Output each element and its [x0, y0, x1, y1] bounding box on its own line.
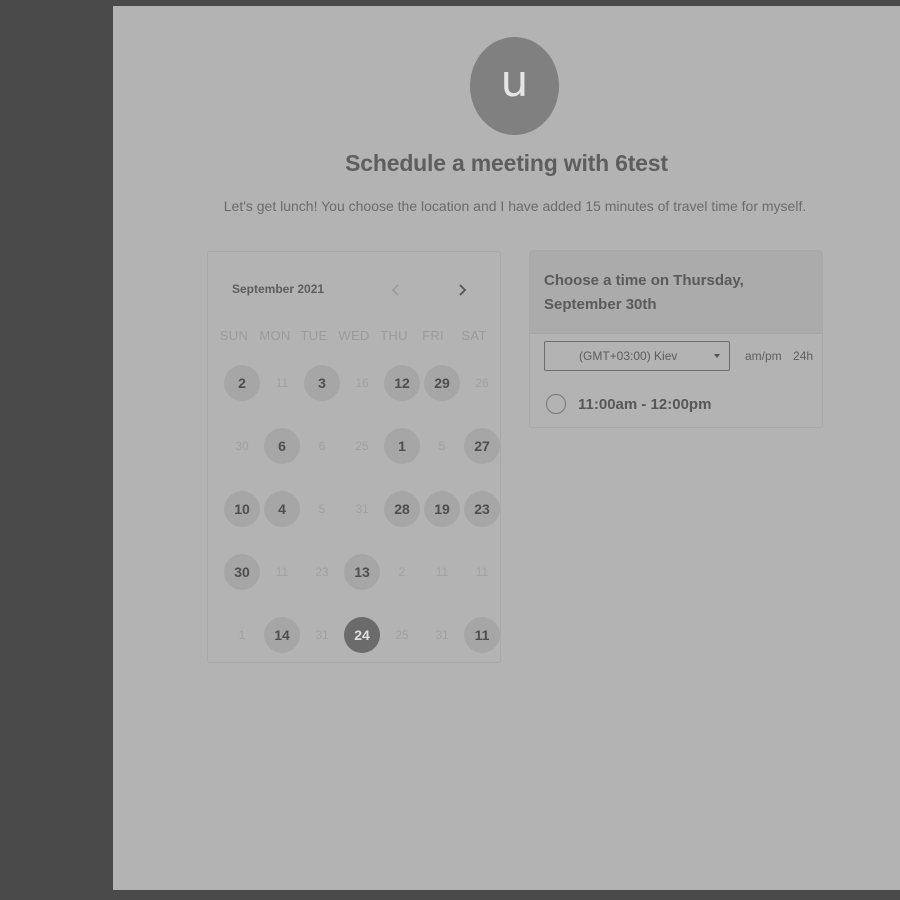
time-format-toggle: am/pm 24h: [745, 349, 821, 363]
calendar: September 2021 SUN MON TUE WED THU FRI S…: [207, 251, 501, 663]
available-day[interactable]: 13: [344, 554, 380, 590]
weekday-tue: TUE: [300, 328, 328, 343]
weekday-fri: FRI: [422, 328, 444, 343]
available-day[interactable]: 27: [464, 428, 500, 464]
unavailable-day: 16: [355, 376, 369, 390]
time-picker-heading: Choose a time on Thursday, September 30t…: [544, 272, 744, 313]
unavailable-day: 11: [275, 565, 289, 579]
unavailable-day: 6: [318, 439, 326, 453]
weekday-sun: SUN: [219, 328, 249, 343]
unavailable-day: 11: [275, 376, 289, 390]
format-ampm-option[interactable]: am/pm: [745, 349, 782, 363]
available-day[interactable]: 1: [384, 428, 420, 464]
available-day[interactable]: 2: [224, 365, 260, 401]
weekday-sat: SAT: [461, 328, 487, 343]
available-day[interactable]: 23: [464, 491, 500, 527]
unavailable-day: 11: [435, 565, 449, 579]
available-day[interactable]: 14: [264, 617, 300, 653]
unavailable-day: 31: [435, 628, 449, 642]
month-label: September 2021: [232, 282, 325, 296]
available-day[interactable]: 10: [224, 491, 260, 527]
available-day[interactable]: 12: [384, 365, 420, 401]
available-day[interactable]: 6: [264, 428, 300, 464]
time-picker: Choose a time on Thursday, September 30t…: [529, 250, 823, 428]
chevron-right-icon: [459, 284, 467, 296]
time-slot[interactable]: 11:00am - 12:00pm: [546, 391, 711, 417]
timezone-select[interactable]: (GMT+03:00) Kiev: [544, 341, 730, 371]
scheduling-page: u Schedule a meeting with 6test Let's ge…: [113, 6, 900, 890]
unavailable-day: 31: [355, 502, 369, 516]
unavailable-day: 1: [238, 628, 246, 642]
weekday-mon: MON: [259, 328, 291, 343]
unavailable-day: 31: [315, 628, 329, 642]
timezone-value: (GMT+03:00) Kiev: [579, 349, 678, 363]
time-picker-header: Choose a time on Thursday, September 30t…: [530, 251, 822, 334]
weekday-thu: THU: [380, 328, 408, 343]
format-24h-option[interactable]: 24h: [793, 349, 813, 363]
meeting-description: Let's get lunch! You choose the location…: [223, 198, 807, 214]
weekday-header: SUN MON TUE WED THU FRI SAT: [214, 328, 499, 344]
selected-day[interactable]: 24: [344, 617, 380, 653]
unavailable-day: 23: [315, 565, 329, 579]
available-day[interactable]: 28: [384, 491, 420, 527]
chevron-left-icon: [391, 284, 399, 296]
caret-down-icon: [714, 354, 720, 358]
available-day[interactable]: 30: [224, 554, 260, 590]
avatar: u: [470, 37, 559, 135]
unavailable-day: 5: [318, 502, 326, 516]
unavailable-day: 2: [398, 565, 406, 579]
radio-icon: [546, 394, 566, 414]
available-day[interactable]: 19: [424, 491, 460, 527]
available-day[interactable]: 29: [424, 365, 460, 401]
available-day[interactable]: 4: [264, 491, 300, 527]
available-day[interactable]: 3: [304, 365, 340, 401]
unavailable-day: 5: [438, 439, 446, 453]
unavailable-day: 30: [235, 439, 249, 453]
unavailable-day: 11: [475, 565, 489, 579]
time-slot-label: 11:00am - 12:00pm: [578, 395, 712, 413]
previous-month-button[interactable]: [386, 280, 406, 300]
available-day[interactable]: 11: [464, 617, 500, 653]
unavailable-day: 26: [475, 376, 489, 390]
next-month-button[interactable]: [452, 280, 472, 300]
unavailable-day: 25: [395, 628, 409, 642]
unavailable-day: 25: [355, 439, 369, 453]
page-title: Schedule a meeting with 6test: [345, 150, 668, 176]
weekday-wed: WED: [338, 328, 370, 343]
avatar-letter: u: [500, 56, 529, 107]
